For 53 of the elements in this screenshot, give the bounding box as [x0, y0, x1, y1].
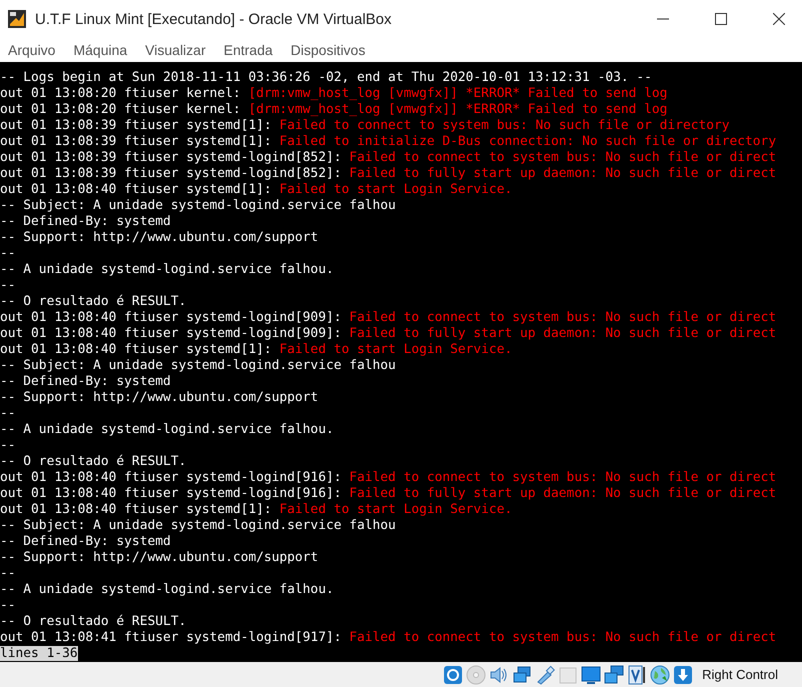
log-line: out 01 13:08:39 ftiuser systemd[1]: Failed to initialize D-Bus connection: No such file or directory — [0, 134, 778, 150]
maximize-icon — [715, 13, 727, 25]
log-line: out 01 13:08:40 ftiuser systemd-logind[909]: Failed to fully start up daemon: No such file or direct — [0, 326, 778, 342]
log-line: out 01 13:08:40 ftiuser systemd-logind[909]: Failed to connect to system bus: No such file or direct — [0, 310, 778, 326]
log-line: -- — [0, 406, 17, 422]
log-line: -- — [0, 566, 17, 582]
network-icon[interactable] — [512, 664, 532, 685]
log-line: out 01 13:08:40 ftiuser systemd[1]: Failed to start Login Service. — [0, 342, 514, 358]
log-line: -- Subject: A unidade systemd-logind.service falhou — [0, 358, 397, 374]
menu-item[interactable]: Entrada — [220, 42, 277, 58]
log-line: out 01 13:08:40 ftiuser systemd-logind[916]: Failed to connect to system bus: No such file or direct — [0, 470, 778, 486]
log-line: -- Subject: A unidade systemd-logind.service falhou — [0, 198, 397, 214]
log-line: -- — [0, 598, 17, 614]
log-line: -- Defined-By: systemd — [0, 214, 172, 230]
log-line: -- Defined-By: systemd — [0, 374, 172, 390]
close-icon — [773, 13, 785, 25]
menu-item[interactable]: Visualizar — [141, 42, 210, 58]
menu-item[interactable]: Arquivo — [4, 42, 60, 58]
menu-item[interactable]: Dispositivos — [286, 42, 370, 58]
log-line: out 01 13:08:20 ftiuser kernel: [drm:vmw_host_log [vmwgfx]] *ERROR* Failed to send log — [0, 86, 668, 102]
log-line: -- O resultado é RESULT. — [0, 294, 188, 310]
menu-item[interactable]: Máquina — [69, 42, 132, 58]
log-line: out 01 13:08:41 ftiuser systemd-logind[917]: Failed to connect to system bus: No such file or direct — [0, 630, 778, 646]
log-line: -- Defined-By: systemd — [0, 534, 172, 550]
pager-status: lines 1-36 — [0, 646, 78, 662]
app-logo-icon — [7, 9, 27, 29]
log-line: out 01 13:08:40 ftiuser systemd-logind[916]: Failed to fully start up daemon: No such file or direct — [0, 486, 778, 502]
log-line: -- O resultado é RESULT. — [0, 454, 188, 470]
monitor-icon[interactable] — [581, 664, 602, 685]
log-line: -- — [0, 278, 17, 294]
log-line: -- Subject: A unidade systemd-logind.service falhou — [0, 518, 397, 534]
log-line: -- Support: http://www.ubuntu.com/support — [0, 230, 320, 246]
usb-icon[interactable] — [535, 664, 556, 685]
host-key-label: Right Control — [702, 667, 778, 682]
log-line: out 01 13:08:39 ftiuser systemd[1]: Failed to connect to system bus: No such file or directory — [0, 118, 731, 134]
log-line: -- A unidade systemd-logind.service falhou. — [0, 422, 335, 438]
log-line: out 01 13:08:20 ftiuser kernel: [drm:vmw_host_log [vmwgfx]] *ERROR* Failed to send log — [0, 102, 668, 118]
log-line: out 01 13:08:39 ftiuser systemd-logind[852]: Failed to connect to system bus: No such file or direct — [0, 150, 778, 166]
log-line: -- O resultado é RESULT. — [0, 614, 188, 630]
globe-icon[interactable] — [650, 664, 670, 685]
log-line: -- — [0, 438, 17, 454]
log-line: -- Support: http://www.ubuntu.com/support — [0, 390, 320, 406]
log-line: out 01 13:08:40 ftiuser systemd[1]: Failed to start Login Service. — [0, 182, 514, 198]
log-line: -- Support: http://www.ubuntu.com/support — [0, 550, 320, 566]
log-line: -- — [0, 246, 17, 262]
window-title: U.T.F Linux Mint [Executando] - Oracle VM VirtualBox — [35, 10, 392, 28]
log-line: out 01 13:08:40 ftiuser systemd[1]: Failed to start Login Service. — [0, 502, 514, 518]
log-line: out 01 13:08:39 ftiuser systemd-logind[852]: Failed to fully start up daemon: No such file or direct — [0, 166, 778, 182]
speaker-icon[interactable] — [489, 664, 510, 685]
log-line: -- A unidade systemd-logind.service falhou. — [0, 582, 335, 598]
log-line: -- A unidade systemd-logind.service falhou. — [0, 262, 335, 278]
log-line: -- Logs begin at Sun 2018-11-11 03:36:26 -02, end at Thu 2020-10-01 13:12:31 -03. -- — [0, 70, 653, 86]
screens-icon[interactable] — [604, 664, 624, 685]
